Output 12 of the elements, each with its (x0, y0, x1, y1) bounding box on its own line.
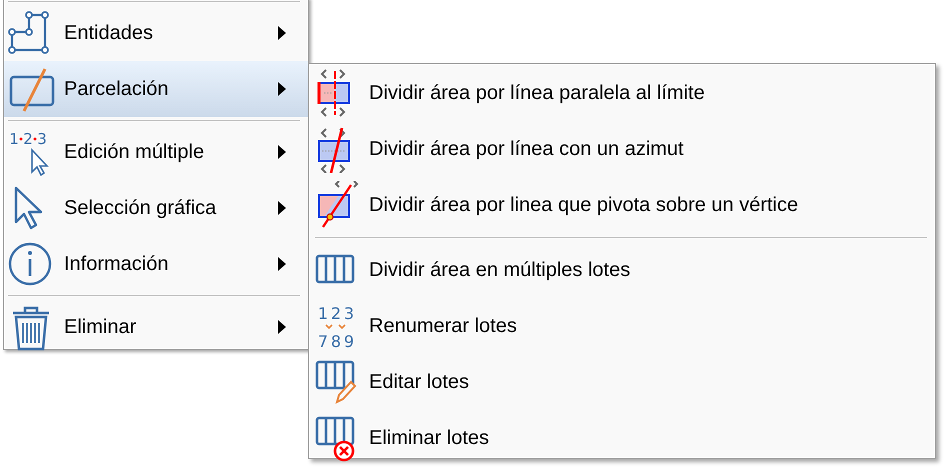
menu-item[interactable]: Editar lotes (309, 354, 935, 410)
menu-item[interactable]: Entidades (4, 5, 308, 61)
menu-item[interactable]: Eliminar lotes (309, 410, 935, 466)
menu-item[interactable]: Dividir área en múltiples lotes (309, 242, 935, 298)
menu-item[interactable]: Información (4, 236, 308, 292)
menu-item[interactable]: 1 2 3 Edición múltiple (4, 124, 308, 180)
menu-item[interactable]: Dividir área por línea paralela al límite (309, 65, 935, 121)
menu-item[interactable]: Dividir área por linea que pivota sobre un vértice (309, 177, 935, 233)
menu-item[interactable]: Eliminar (4, 299, 308, 355)
menu-item[interactable]: Selección gráfica (4, 180, 308, 236)
menu-item[interactable]: Dividir área por línea con un azimut (309, 121, 935, 177)
menu-item[interactable]: Parcelación (4, 61, 308, 117)
